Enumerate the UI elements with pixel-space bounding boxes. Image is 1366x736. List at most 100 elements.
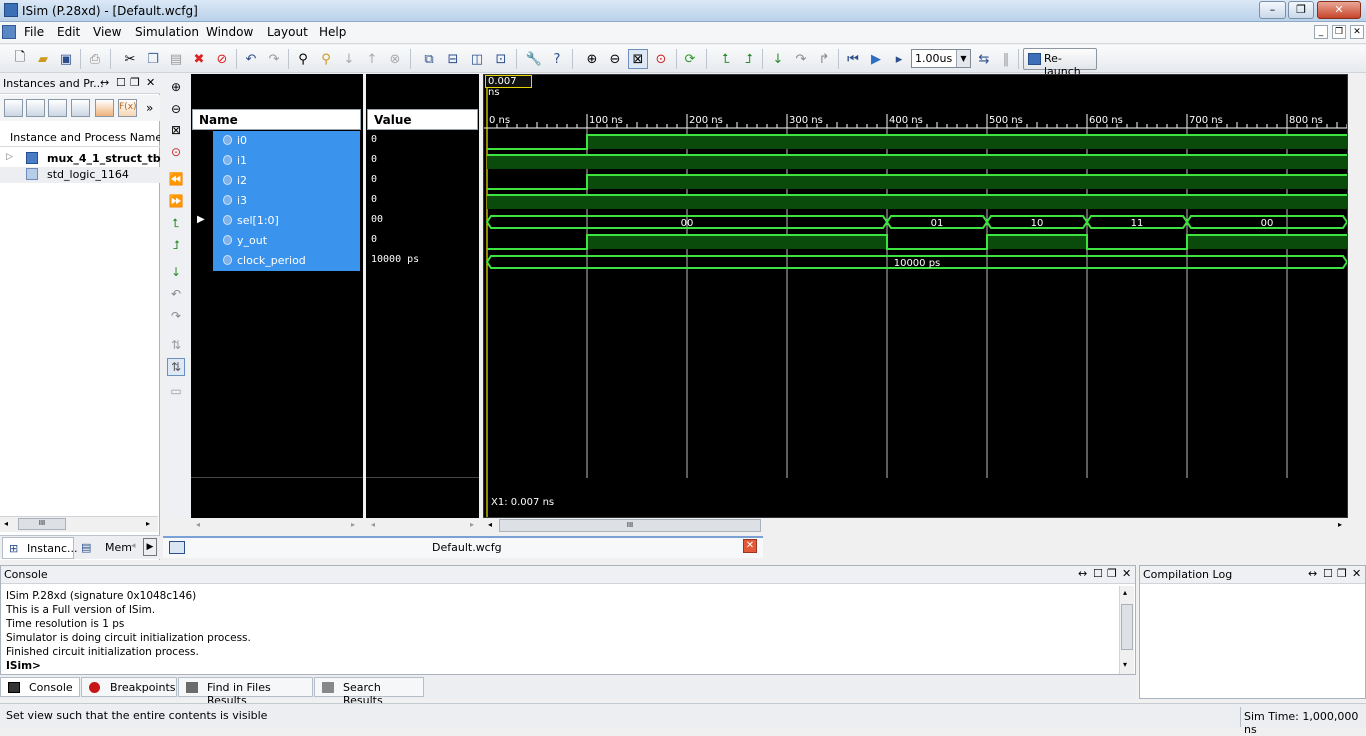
panel-restore-icon[interactable]: ❐ — [130, 76, 140, 89]
add-marker-icon[interactable]: ↓ — [167, 263, 185, 281]
signal-name-row[interactable]: i1 — [213, 151, 360, 171]
scroll-thumb[interactable]: III — [18, 518, 66, 530]
menu-view[interactable]: View — [93, 25, 121, 39]
minimize-button[interactable]: – — [1259, 1, 1286, 19]
restart-icon[interactable]: ⏮ — [843, 49, 863, 69]
waveform-canvas[interactable]: 0 ns 100 ns 200 ns 300 ns 400 ns 500 ns 600 ns… — [484, 75, 1347, 517]
panel-close-icon[interactable]: ✕ — [1352, 567, 1361, 580]
menu-layout[interactable]: Layout — [267, 25, 308, 39]
print-icon[interactable]: ⎙ — [85, 49, 105, 69]
panel-close-icon[interactable]: ✕ — [1122, 567, 1131, 580]
scroll-right-icon[interactable]: ▸ — [351, 520, 355, 529]
window-icon[interactable]: ⊡ — [491, 49, 511, 69]
tile-vertical-icon[interactable]: ◫ — [467, 49, 487, 69]
help-icon[interactable]: ? — [547, 49, 567, 69]
signal-icon[interactable] — [95, 99, 114, 117]
chevron-down-icon[interactable]: ▼ — [956, 50, 970, 67]
go-to-time-0-icon[interactable]: ⏪ — [167, 170, 185, 188]
close-tab-icon[interactable]: ✕ — [743, 539, 757, 553]
cascade-icon[interactable]: ⧉ — [419, 49, 439, 69]
mdi-restore-button[interactable]: ❐ — [1332, 25, 1346, 39]
floating-ruler-icon[interactable]: ▭ — [167, 382, 185, 400]
delete-icon[interactable]: ✖ — [189, 49, 209, 69]
mdi-close-button[interactable]: ✕ — [1350, 25, 1364, 39]
zoom-out-icon[interactable]: ⊖ — [605, 49, 625, 69]
tab-scroll-right-icon[interactable]: ▶ — [143, 538, 157, 556]
float-icon[interactable]: ↔ — [1078, 567, 1087, 580]
go-to-latest-time-icon[interactable]: ⏩ — [167, 192, 185, 210]
more-chevron-icon[interactable]: » — [146, 101, 153, 115]
previous-transition-icon[interactable]: ⮤ — [167, 214, 185, 232]
float-icon[interactable]: ↔ — [1308, 567, 1317, 580]
step-icon[interactable]: ⇆ — [974, 49, 994, 69]
scroll-left-icon[interactable]: ◂ — [4, 519, 8, 528]
scroll-right-icon[interactable]: ▸ — [1338, 520, 1342, 529]
panel-maximize-icon[interactable]: ☐ — [1323, 567, 1333, 580]
menu-window[interactable]: Window — [206, 25, 253, 39]
name-column-header[interactable]: Name — [192, 109, 361, 130]
run-time-select[interactable]: 1.00us ▼ — [911, 49, 971, 68]
tree-row[interactable]: std_logic_1164 — [0, 167, 160, 183]
zoom-fit-icon[interactable]: ⊠ — [628, 49, 648, 69]
undo-icon[interactable]: ↶ — [241, 49, 261, 69]
relaunch-button[interactable]: Re-launch — [1023, 48, 1097, 78]
swap-cursors-icon[interactable]: ⇅ — [167, 336, 185, 354]
zoom-fit-icon[interactable]: ⊠ — [167, 121, 185, 139]
refresh-icon[interactable]: ⟳ — [680, 49, 700, 69]
panel-restore-icon[interactable]: ❐ — [1107, 567, 1117, 580]
previous-transition-icon[interactable]: ⮤ — [716, 49, 736, 69]
package-icon[interactable] — [26, 99, 45, 117]
find-icon[interactable]: ⚲ — [293, 49, 313, 69]
zoom-cursor-icon[interactable]: ⊙ — [651, 49, 671, 69]
mdi-minimize-button[interactable]: _ — [1314, 25, 1328, 39]
tab-scroll-left-icon[interactable]: ◂ — [131, 541, 136, 551]
signal-name-row[interactable]: y_out — [213, 231, 360, 251]
pause-icon[interactable]: ‖ — [996, 49, 1016, 69]
float-icon[interactable]: ↔ — [100, 76, 109, 89]
console-scrollbar[interactable]: ▴ ▾ — [1119, 586, 1134, 674]
signal-name-row[interactable]: i3 — [213, 191, 360, 211]
waveform-area[interactable]: 0 ns 100 ns 200 ns 300 ns 400 ns 500 ns 600 ns… — [483, 74, 1348, 518]
scroll-thumb[interactable] — [1121, 604, 1133, 650]
open-icon[interactable]: ▰ — [33, 49, 53, 69]
signal-name-row[interactable]: i0 — [213, 131, 360, 151]
panel-close-icon[interactable]: ✕ — [146, 76, 155, 89]
panel-restore-icon[interactable]: ❐ — [1337, 567, 1347, 580]
menu-simulation[interactable]: Simulation — [135, 25, 199, 39]
tab-memory[interactable]: ▤ Mem — [77, 537, 132, 559]
maximize-button[interactable]: ❐ — [1288, 1, 1314, 19]
menu-file[interactable]: File — [24, 25, 44, 39]
paste-icon[interactable]: ▤ — [166, 49, 186, 69]
step-into-icon[interactable]: ↓ — [768, 49, 788, 69]
expand-bus-icon[interactable]: ▶ — [197, 214, 205, 225]
process-icon[interactable] — [71, 99, 90, 117]
value-column-header[interactable]: Value — [367, 109, 478, 130]
scroll-thumb[interactable]: III — [499, 519, 761, 532]
next-transition-icon[interactable]: ⮥ — [739, 49, 759, 69]
scroll-left-icon[interactable]: ◂ — [371, 520, 375, 529]
signal-name-row[interactable]: clock_period — [213, 251, 360, 271]
tab-breakpoints[interactable]: Breakpoints — [81, 677, 177, 697]
next-transition-icon[interactable]: ⮥ — [167, 236, 185, 254]
expand-icon[interactable]: ▷ — [6, 152, 13, 162]
scroll-right-icon[interactable]: ▸ — [470, 520, 474, 529]
tab-search-results[interactable]: Search Results — [314, 677, 424, 707]
scroll-up-icon[interactable]: ▴ — [1123, 588, 1127, 597]
step-out-icon[interactable]: ↱ — [814, 49, 834, 69]
zoom-in-icon[interactable]: ⊕ — [582, 49, 602, 69]
run-all-icon[interactable]: ▶ — [866, 49, 886, 69]
close-button[interactable]: ✕ — [1317, 1, 1361, 19]
clear-icon[interactable]: ⊗ — [385, 49, 405, 69]
copy-icon[interactable]: ❐ — [143, 49, 163, 69]
save-icon[interactable]: ▣ — [56, 49, 76, 69]
down-arrow-icon[interactable]: ↓ — [339, 49, 359, 69]
tile-horizontal-icon[interactable]: ⊟ — [443, 49, 463, 69]
list-icon[interactable] — [48, 99, 67, 117]
signal-name-row[interactable]: sel[1:0] — [213, 211, 360, 231]
tree-row[interactable]: ▷ mux_4_1_struct_tb — [0, 151, 161, 167]
console-prompt[interactable]: ISim> — [6, 660, 41, 672]
next-marker-icon[interactable]: ↷ — [167, 307, 185, 325]
function-icon[interactable]: F(x) — [118, 99, 137, 117]
tab-default-wcfg[interactable]: Default.wcfg — [432, 541, 502, 554]
signal-name-row[interactable]: i2 — [213, 171, 360, 191]
